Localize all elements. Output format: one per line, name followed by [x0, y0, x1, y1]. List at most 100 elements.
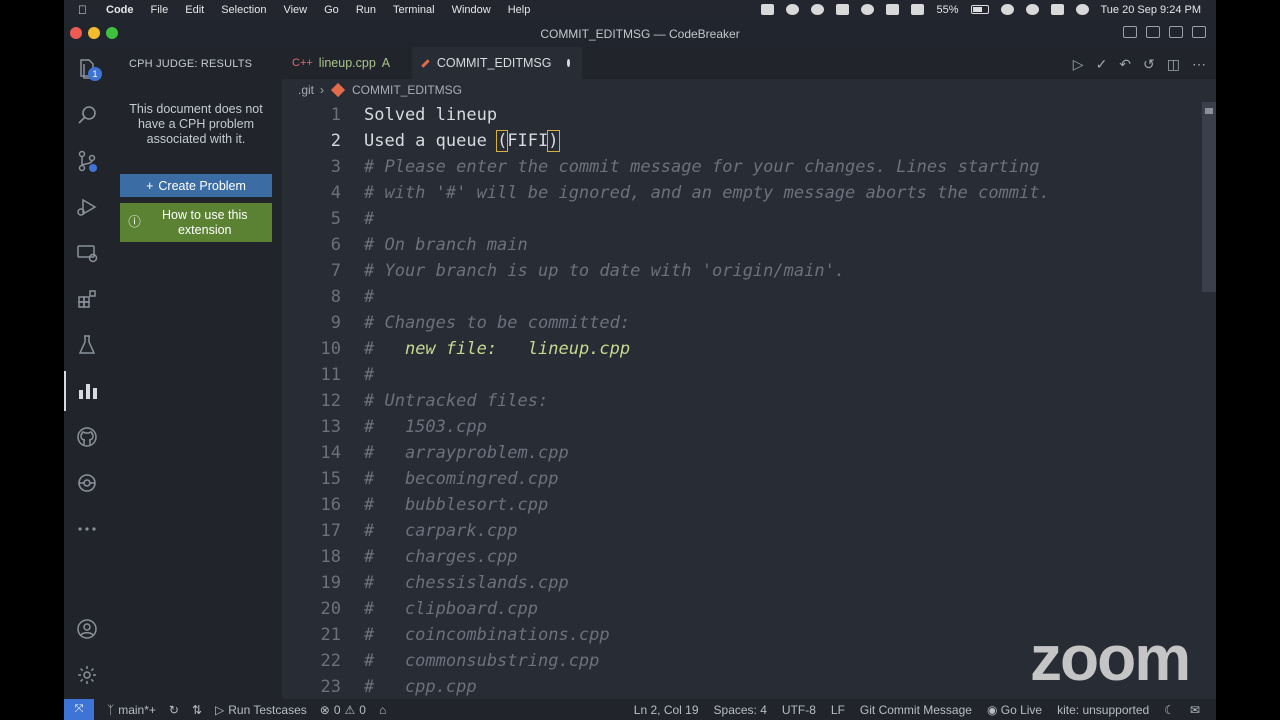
encoding[interactable]: UTF-8 [782, 703, 816, 717]
more-actions-icon[interactable]: ⋯ [1192, 56, 1206, 73]
scrollbar-thumb[interactable] [1202, 102, 1216, 292]
git-file-icon [421, 58, 430, 68]
code-line: 12 # Untracked files: [282, 388, 1216, 414]
commit-check-icon[interactable]: ✓ [1096, 56, 1108, 73]
screen-icon[interactable] [761, 4, 775, 15]
create-problem-button[interactable]: + Create Problem [120, 174, 272, 197]
remote-explorer-icon [77, 245, 98, 263]
code-line: 1 Solved lineup [282, 102, 1216, 128]
macos-menu-bar:  Code File Edit Selection View Go Run T… [64, 0, 1216, 19]
tab-lineup-cpp[interactable]: C++ lineup.cpp A [282, 47, 412, 79]
menu-selection[interactable]: Selection [221, 4, 266, 16]
pen-icon[interactable] [861, 4, 875, 15]
cursor-position[interactable]: Ln 2, Col 19 [634, 703, 699, 717]
language-mode[interactable]: Git Commit Message [860, 703, 972, 717]
cph-judge-activity[interactable] [64, 371, 110, 411]
search-activity[interactable] [64, 95, 110, 135]
home-icon: ⌂ [378, 702, 387, 717]
toggle-sidebar-icon[interactable] [1123, 26, 1137, 38]
menu-app-name[interactable]: Code [106, 4, 134, 16]
account-icon [77, 619, 97, 639]
menu-view[interactable]: View [283, 4, 307, 16]
rocket-icon[interactable] [786, 4, 800, 15]
grammarly-icon[interactable] [811, 4, 825, 15]
breadcrumb-file[interactable]: COMMIT_EDITMSG [352, 83, 462, 97]
run-icon[interactable]: ▷ [1073, 56, 1084, 73]
accounts-activity[interactable] [64, 609, 110, 649]
github-activity[interactable] [64, 417, 110, 457]
history-icon[interactable]: ↺ [1143, 56, 1155, 73]
code-line: 9 # Changes to be committed: [282, 310, 1216, 336]
bluetooth-icon[interactable] [911, 4, 925, 15]
line-text: Used a queue (FIFI) [364, 128, 560, 154]
toggle-secondary-sidebar-icon[interactable] [1169, 26, 1183, 38]
explorer-activity[interactable]: 1 [64, 49, 110, 89]
menu-terminal[interactable]: Terminal [393, 4, 435, 16]
cpp-file-icon: C++ [292, 57, 313, 69]
menu-file[interactable]: File [151, 4, 169, 16]
wifi-icon[interactable] [1000, 4, 1014, 15]
line-text: # clipboard.cpp [364, 599, 538, 619]
how-to-use-label: How to use this extension [162, 207, 248, 237]
siri-icon[interactable] [1075, 4, 1089, 15]
manage-activity[interactable] [64, 655, 110, 695]
menu-bar-clock[interactable]: Tue 20 Sep 9:24 PM [1101, 4, 1202, 16]
compare-button[interactable]: ⇅ [192, 703, 202, 717]
source-control-activity[interactable] [64, 141, 110, 181]
line-text: # cpp.cpp [364, 677, 477, 697]
menu-edit[interactable]: Edit [185, 4, 204, 16]
text-input-icon[interactable] [886, 4, 900, 15]
line-number: 13 [320, 417, 341, 437]
code-line: 17 # carpark.cpp [282, 518, 1216, 544]
line-text: # 1503.cpp [364, 417, 487, 437]
split-editor-icon[interactable]: ◫ [1167, 56, 1180, 73]
go-live-button[interactable]: ◉ Go Live [987, 703, 1042, 717]
editor-actions: ▷ ✓ ↶ ↺ ◫ ⋯ [1073, 56, 1206, 73]
toggle-panel-icon[interactable] [1146, 26, 1160, 38]
problems-status[interactable]: ⊗ 0 ⚠ 0 [320, 703, 366, 717]
indentation[interactable]: Spaces: 4 [714, 703, 767, 717]
remote-indicator-icon[interactable]: ⤧ [64, 699, 94, 720]
live-share-activity[interactable] [64, 463, 110, 503]
extensions-activity[interactable] [64, 279, 110, 319]
code-area[interactable]: 1 Solved lineup 2 Used a queue (FIFI) 3 # P… [282, 102, 1216, 700]
undo-icon[interactable]: ↶ [1119, 56, 1131, 73]
unsaved-dot-icon[interactable] [567, 59, 570, 67]
status-right: Ln 2, Col 19 Spaces: 4 UTF-8 LF Git Comm… [634, 703, 1216, 717]
customize-layout-icon[interactable] [1192, 26, 1206, 38]
menu-help[interactable]: Help [508, 4, 531, 16]
testing-activity[interactable] [64, 325, 110, 365]
run-debug-activity[interactable] [64, 187, 110, 227]
apple-menu-icon[interactable]:  [78, 3, 96, 17]
how-to-use-button[interactable]: ⓘ How to use this extension [120, 203, 272, 242]
remote-explorer-activity[interactable] [64, 233, 110, 273]
search-icon [78, 106, 96, 124]
battery-icon[interactable] [970, 5, 989, 14]
notifications-icon[interactable]: ✉ [1190, 703, 1200, 717]
line-text: # becomingred.cpp [364, 469, 559, 489]
control-center-icon[interactable] [1050, 4, 1064, 15]
layout-controls [1123, 26, 1206, 38]
menu-window[interactable]: Window [452, 4, 491, 16]
line-number: 9 [330, 313, 341, 333]
spotlight-search-icon[interactable] [1025, 4, 1039, 15]
tab-commit-editmsg[interactable]: COMMIT_EDITMSG [412, 47, 582, 79]
line-text: # [364, 209, 375, 229]
kite-status[interactable]: kite: unsupported [1057, 703, 1149, 717]
moon-icon[interactable]: ☾ [1164, 703, 1175, 717]
menu-go[interactable]: Go [324, 4, 339, 16]
editor-scrollbar[interactable] [1202, 102, 1216, 706]
end-of-line[interactable]: LF [831, 703, 845, 717]
create-problem-label: Create Problem [158, 178, 246, 193]
breadcrumb-folder[interactable]: .git [298, 83, 314, 97]
run-testcases-button[interactable]: ▷ Run Testcases [215, 703, 307, 717]
mail-icon[interactable] [836, 4, 850, 15]
code-line: 11 # [282, 362, 1216, 388]
sync-button[interactable]: ↻ [169, 703, 179, 717]
home-button[interactable]: ⌂ [379, 703, 386, 717]
line-number: 19 [320, 573, 341, 593]
branch-status[interactable]: ᛉ main*+ [107, 703, 156, 717]
menu-run[interactable]: Run [356, 4, 376, 16]
more-activities[interactable] [64, 509, 110, 549]
line-text: # Changes to be committed: [364, 313, 631, 333]
